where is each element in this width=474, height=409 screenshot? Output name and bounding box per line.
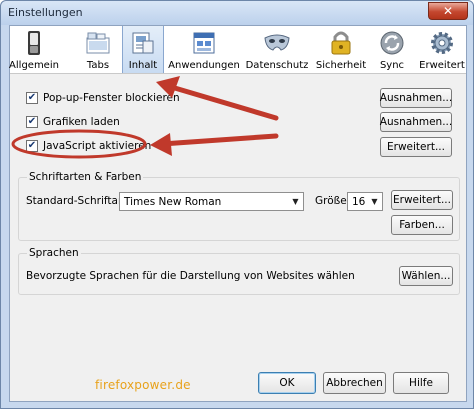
javascript-checkbox-row[interactable]: ✔ JavaScript aktivieren bbox=[26, 139, 151, 153]
fonts-colors-group: Schriftarten & Farben Standard-Schriftar… bbox=[18, 171, 460, 241]
default-font-select[interactable]: Times New Roman ▼ bbox=[119, 192, 304, 211]
help-button[interactable]: Hilfe bbox=[393, 372, 449, 394]
tab-label: Datenschutz bbox=[245, 60, 309, 71]
advanced-gear-icon bbox=[428, 29, 456, 57]
tab-datenschutz[interactable]: Datenschutz bbox=[245, 26, 309, 73]
languages-group-title: Sprachen bbox=[27, 247, 81, 259]
tab-anwendungen[interactable]: Anwendungen bbox=[168, 26, 240, 73]
tab-sicherheit[interactable]: Sicherheit bbox=[316, 26, 366, 73]
languages-choose-button[interactable]: Wählen... bbox=[399, 266, 453, 286]
general-switch-icon bbox=[20, 29, 48, 57]
security-lock-icon bbox=[327, 29, 355, 57]
close-button[interactable]: ✕ bbox=[428, 2, 468, 20]
window-title: Einstellungen bbox=[8, 6, 83, 19]
sync-icon bbox=[378, 29, 406, 57]
privacy-mask-icon bbox=[263, 29, 291, 57]
applications-icon bbox=[190, 29, 218, 57]
default-font-label: Standard-Schriftart: bbox=[26, 195, 130, 207]
tab-inhalt[interactable]: Inhalt bbox=[122, 26, 164, 73]
load-images-label: Grafiken laden bbox=[43, 116, 120, 128]
popup-block-label: Pop-up-Fenster blockieren bbox=[43, 92, 180, 104]
chevron-down-icon: ▼ bbox=[371, 197, 378, 206]
tab-label: Anwendungen bbox=[168, 60, 240, 71]
default-font-value: Times New Roman bbox=[124, 195, 222, 208]
languages-group: Sprachen Bevorzugte Sprachen für die Dar… bbox=[18, 247, 460, 295]
popup-exceptions-button[interactable]: Ausnahmen... bbox=[380, 88, 452, 108]
chevron-down-icon: ▼ bbox=[292, 197, 299, 206]
tab-sync[interactable]: Sync bbox=[376, 26, 408, 73]
content-document-icon bbox=[129, 29, 157, 57]
javascript-label: JavaScript aktivieren bbox=[43, 140, 152, 152]
font-size-value: 16 bbox=[352, 195, 366, 208]
tabs-icon bbox=[84, 29, 112, 57]
tab-label: Tabs bbox=[86, 60, 110, 71]
tab-label: Allgemein bbox=[9, 60, 59, 71]
tab-label: Inhalt bbox=[128, 60, 158, 71]
tab-label: Erweitert bbox=[419, 60, 465, 71]
font-size-select[interactable]: 16 ▼ bbox=[347, 192, 383, 211]
tab-label: Sicherheit bbox=[315, 60, 367, 71]
cancel-button[interactable]: Abbrechen bbox=[323, 372, 386, 394]
popup-block-checkbox[interactable]: ✔ bbox=[26, 92, 38, 104]
watermark-text: firefoxpower.de bbox=[95, 378, 191, 392]
images-exceptions-button[interactable]: Ausnahmen... bbox=[380, 112, 452, 132]
fonts-advanced-button[interactable]: Erweitert... bbox=[391, 190, 453, 210]
tab-allgemein[interactable]: Allgemein bbox=[9, 26, 59, 73]
preferences-toolbar: Allgemein Tabs Inhalt Anwendungen Datens… bbox=[9, 26, 466, 74]
javascript-checkbox[interactable]: ✔ bbox=[26, 140, 38, 152]
tab-label: Sync bbox=[379, 60, 405, 71]
tab-erweitert[interactable]: Erweitert bbox=[419, 26, 465, 73]
load-images-checkbox[interactable]: ✔ bbox=[26, 116, 38, 128]
popup-block-checkbox-row[interactable]: ✔ Pop-up-Fenster blockieren bbox=[26, 91, 180, 105]
tab-tabs[interactable]: Tabs bbox=[80, 26, 116, 73]
load-images-checkbox-row[interactable]: ✔ Grafiken laden bbox=[26, 115, 120, 129]
preferences-window: Einstellungen ✕ Allgemein Tabs Inhalt An… bbox=[0, 0, 474, 409]
colors-button[interactable]: Farben... bbox=[391, 215, 453, 235]
languages-description: Bevorzugte Sprachen für die Darstellung … bbox=[26, 270, 355, 282]
font-size-label: Größe: bbox=[315, 195, 351, 207]
fonts-group-title: Schriftarten & Farben bbox=[27, 171, 144, 183]
dialog-content: Allgemein Tabs Inhalt Anwendungen Datens… bbox=[9, 25, 467, 402]
title-bar: Einstellungen ✕ bbox=[1, 1, 473, 25]
javascript-advanced-button[interactable]: Erweitert... bbox=[380, 137, 452, 157]
ok-button[interactable]: OK bbox=[258, 372, 316, 394]
